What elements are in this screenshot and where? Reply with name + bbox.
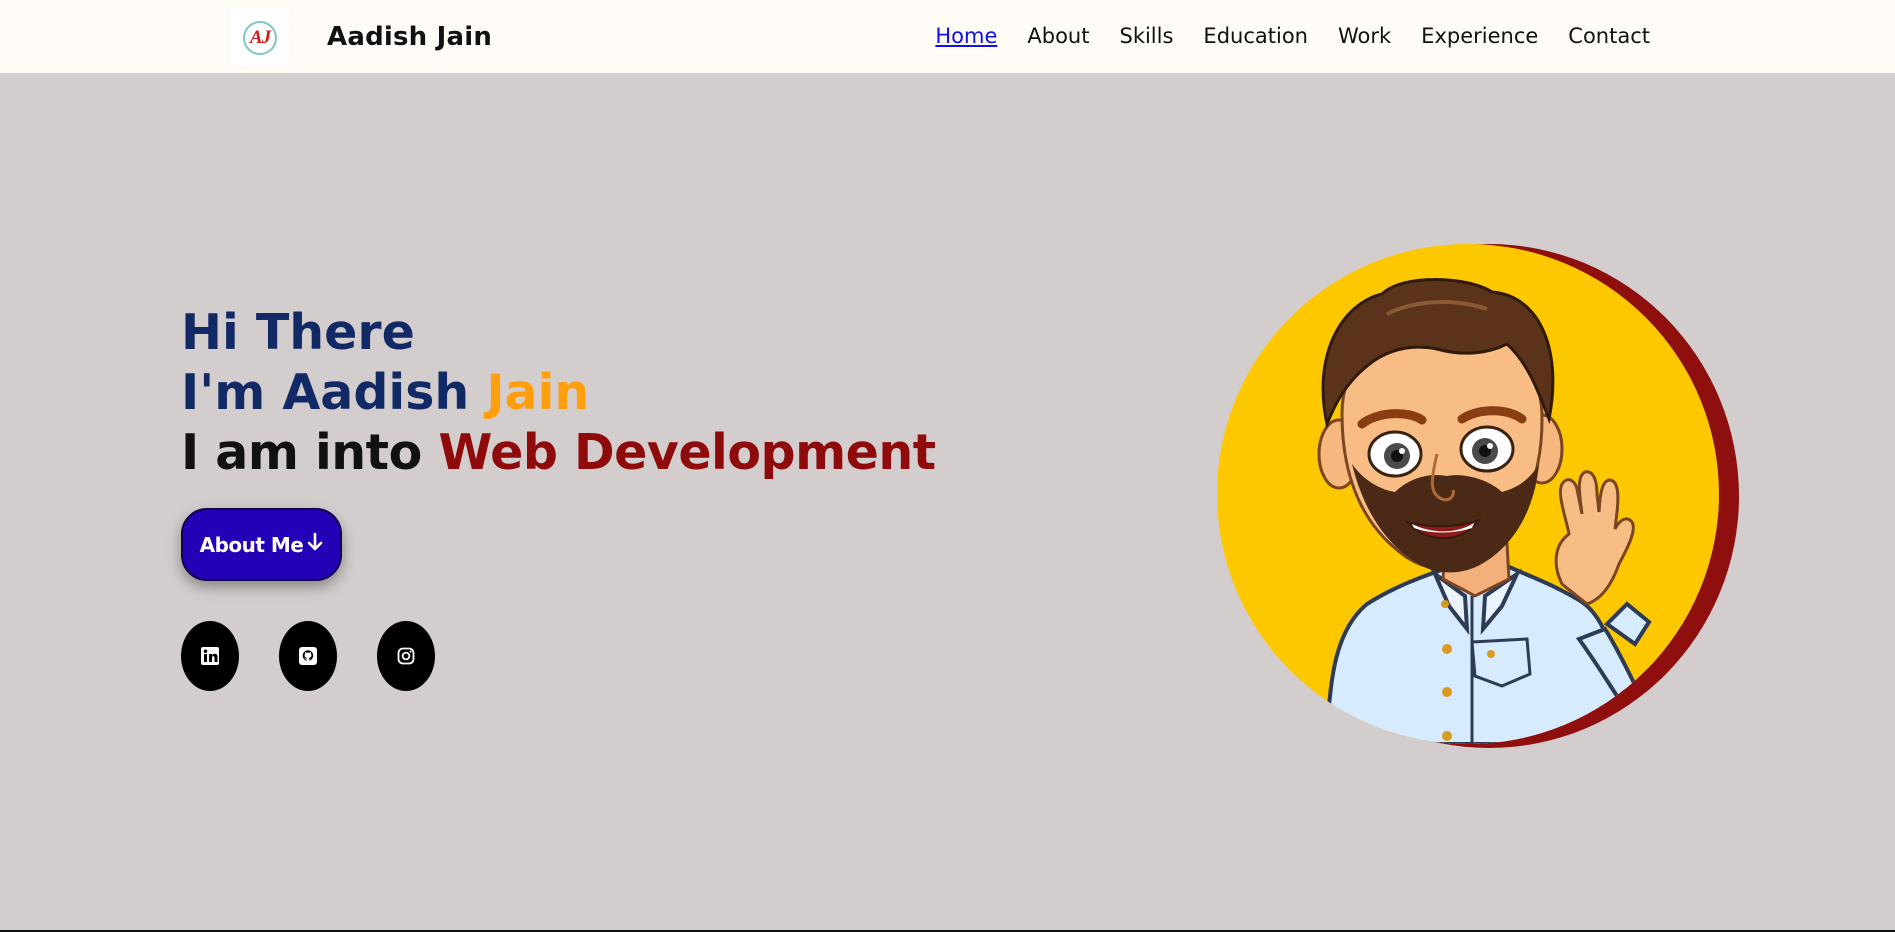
name-prefix: I'm Aadish — [181, 364, 487, 421]
nav-link-education[interactable]: Education — [1203, 24, 1308, 48]
linkedin-link[interactable] — [181, 621, 239, 691]
nav-link-experience[interactable]: Experience — [1421, 24, 1538, 48]
nav-link-skills[interactable]: Skills — [1119, 24, 1173, 48]
hero-heading: Hi There I'm Aadish Jain I am into Web D… — [181, 303, 936, 483]
bitmoji-avatar — [1317, 278, 1652, 744]
name-line: I'm Aadish Jain — [181, 363, 936, 423]
arrow-down-icon — [307, 532, 323, 557]
github-icon — [299, 647, 317, 665]
linkedin-icon — [201, 647, 219, 665]
logo-mark: AJ — [243, 20, 277, 55]
role-accent: Web Development — [438, 424, 936, 481]
about-me-button[interactable]: About Me — [181, 508, 342, 581]
brand-name[interactable]: Aadish Jain — [327, 22, 492, 52]
nav-link-contact[interactable]: Contact — [1568, 24, 1650, 48]
site-header: AJ Aadish Jain Home About Skills Educati… — [0, 0, 1895, 73]
logo[interactable]: AJ — [231, 10, 289, 65]
nav-link-about[interactable]: About — [1027, 24, 1089, 48]
role-line: I am into Web Development — [181, 423, 936, 483]
github-link[interactable] — [279, 621, 337, 691]
social-links — [181, 621, 475, 691]
about-me-label: About Me — [199, 532, 304, 557]
role-prefix: I am into — [181, 424, 439, 481]
greeting: Hi There — [181, 304, 415, 361]
name-accent: Jain — [486, 364, 590, 421]
instagram-link[interactable] — [377, 621, 435, 691]
avatar-circle — [1217, 244, 1719, 744]
instagram-icon — [397, 647, 415, 665]
avatar — [1217, 244, 1739, 748]
main-nav: Home About Skills Education Work Experie… — [905, 24, 1650, 48]
nav-link-work[interactable]: Work — [1338, 24, 1391, 48]
nav-link-home[interactable]: Home — [935, 24, 997, 48]
